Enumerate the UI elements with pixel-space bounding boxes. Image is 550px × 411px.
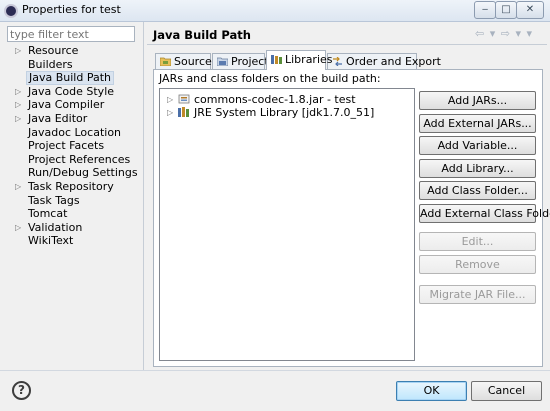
expand-arrow-icon[interactable]: ▷ [15,180,21,194]
nav-item-label: Project Facets [28,139,105,153]
history-nav-arrows-icon[interactable]: ⇦ ▾ ⇨ ▾ ▾ [475,27,533,40]
nav-item-label: Java Build Path [26,71,115,85]
project-folder-icon [217,57,228,66]
tree-row-label: commons-codec-1.8.jar - test [194,93,356,106]
nav-item-label: Task Repository [28,179,114,193]
cancel-button[interactable]: Cancel [471,381,542,401]
nav-item-label: Run/Debug Settings [28,166,138,180]
close-button[interactable]: ✕ [516,1,544,19]
nav-item-java-code-style[interactable]: ▷ Java Code Style [8,85,140,99]
nav-item-java-compiler[interactable]: ▷ Java Compiler [8,98,140,112]
expand-arrow-icon[interactable]: ▷ [15,44,21,58]
tab-label: Libraries [285,53,333,66]
add-library-button[interactable]: Add Library... [419,159,536,178]
expand-arrow-icon[interactable]: ▷ [15,112,21,126]
tab-libraries[interactable]: Libraries [266,50,333,70]
remove-button[interactable]: Remove [419,255,536,274]
tab-label: Source [174,55,212,68]
add-class-folder-button[interactable]: Add Class Folder... [419,181,536,200]
expand-arrow-icon[interactable]: ▷ [15,85,21,99]
nav-item-label: Project References [28,152,131,166]
nav-item-project-facets[interactable]: Project Facets [8,139,140,153]
pane-splitter[interactable] [143,22,144,370]
nav-item-label: Resource [28,44,79,57]
nav-item-java-editor[interactable]: ▷ Java Editor [8,112,140,126]
maximize-button[interactable]: □ [495,1,517,19]
property-page-tree: ▷ Resource Builders Java Build Path ▷ Ja… [8,44,140,248]
migrate-jar-button[interactable]: Migrate JAR File... [419,285,536,304]
add-variable-button[interactable]: Add Variable... [419,136,536,155]
nav-item-label: Tomcat [28,207,68,221]
expand-arrow-icon[interactable]: ▷ [15,221,21,235]
page-title: Java Build Path [153,28,251,42]
build-path-tree[interactable]: ▷ commons-codec-1.8.jar - test ▷ JRE Sys… [159,88,415,361]
add-jars-button[interactable]: Add JARs... [419,91,536,110]
libraries-icon [271,55,282,64]
tab-source[interactable]: Source [155,53,212,70]
header-divider [147,44,547,45]
tab-projects[interactable]: Projects [212,53,274,70]
filter-input[interactable] [7,26,135,42]
nav-item-java-build-path[interactable]: Java Build Path [8,71,140,85]
nav-item-label: Javadoc Location [28,125,122,139]
source-folder-icon [160,57,171,66]
nav-item-label: Java Code Style [28,84,115,98]
nav-item-task-tags[interactable]: Task Tags [8,194,140,208]
nav-item-project-references[interactable]: Project References [8,153,140,167]
library-icon [178,107,189,117]
expand-arrow-icon[interactable]: ▷ [167,93,173,106]
window-title: Properties for test [22,3,121,16]
nav-item-validation[interactable]: ▷ Validation [8,221,140,235]
order-export-icon [333,57,342,66]
edit-button[interactable]: Edit... [419,232,536,251]
tree-row-label: JRE System Library [jdk1.7.0_51] [194,106,375,119]
help-icon[interactable]: ? [12,381,31,400]
nav-item-builders[interactable]: Builders [8,58,140,72]
nav-item-label: Builders [28,57,73,71]
title-bar: Properties for test ‒ □ ✕ [0,0,550,22]
tab-order-and-export[interactable]: Order and Export [327,53,441,70]
nav-item-label: WikiText [28,234,74,248]
nav-item-label: Task Tags [28,193,80,207]
add-external-jars-button[interactable]: Add External JARs... [419,114,536,133]
ok-button[interactable]: OK [396,381,467,401]
libraries-heading: JARs and class folders on the build path… [159,72,381,85]
minimize-button[interactable]: ‒ [474,1,496,19]
nav-item-label: Validation [28,220,83,234]
tab-label: Order and Export [346,55,441,68]
nav-item-javadoc-location[interactable]: Javadoc Location [8,126,140,140]
add-external-class-folder-button[interactable]: Add External Class Folder... [419,204,550,223]
nav-item-wikitext[interactable]: WikiText [8,234,140,248]
footer-divider [0,370,550,371]
nav-item-tomcat[interactable]: Tomcat [8,207,140,221]
expand-arrow-icon[interactable]: ▷ [167,106,173,119]
nav-item-task-repository[interactable]: ▷ Task Repository [8,180,140,194]
nav-item-resource[interactable]: ▷ Resource [8,44,140,58]
nav-item-label: Java Compiler [28,98,105,112]
nav-item-run-debug-settings[interactable]: Run/Debug Settings [8,166,140,180]
expand-arrow-icon[interactable]: ▷ [15,98,21,112]
nav-item-label: Java Editor [28,111,88,125]
jar-icon [178,94,190,104]
eclipse-icon [4,4,18,18]
